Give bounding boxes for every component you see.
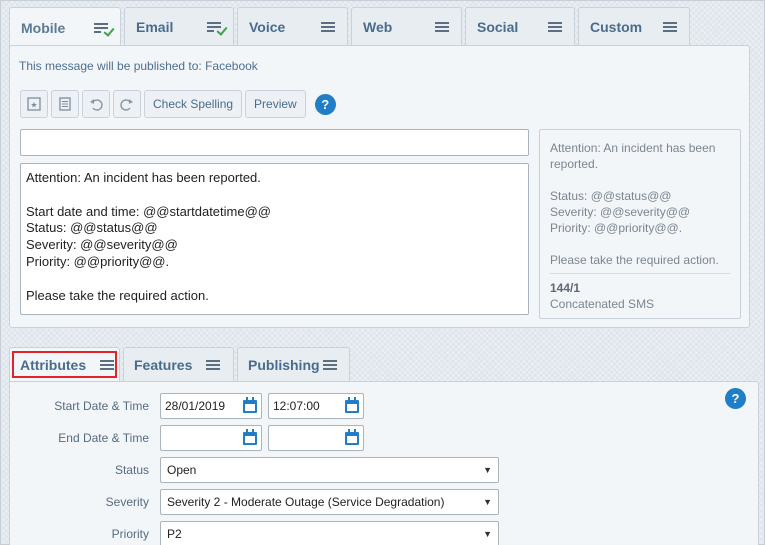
- star-box-icon: ★: [27, 97, 41, 111]
- redo-button[interactable]: [113, 90, 141, 118]
- start-time-value: 12:07:00: [273, 399, 320, 413]
- end-date-input[interactable]: [160, 425, 262, 451]
- menu-check-icon: [207, 21, 228, 36]
- priority-label: Priority: [111, 527, 149, 541]
- check-spelling-button[interactable]: Check Spelling: [144, 90, 243, 118]
- preview-button[interactable]: Preview: [245, 90, 306, 118]
- severity-row: Severity Severity 2 - Moderate Outage (S…: [1, 489, 499, 515]
- message-line: Attention: An incident has been reported…: [26, 170, 261, 185]
- dropdown-arrow-icon: ▼: [483, 529, 492, 539]
- start-time-input[interactable]: 12:07:00: [268, 393, 364, 419]
- attributes-help-icon[interactable]: ?: [725, 388, 746, 409]
- tab-label: Voice: [249, 18, 286, 35]
- message-line: [26, 271, 523, 288]
- tab-web[interactable]: Web: [351, 7, 462, 45]
- tab-label: Publishing: [248, 356, 320, 373]
- tab-label: Mobile: [21, 19, 66, 36]
- status-select[interactable]: Open ▼: [160, 457, 499, 483]
- tab-email[interactable]: Email: [124, 7, 234, 45]
- tab-features[interactable]: Features: [123, 347, 234, 381]
- calendar-icon[interactable]: [345, 396, 359, 413]
- tab-custom[interactable]: Custom: [578, 7, 690, 45]
- start-datetime-label: Start Date & Time: [54, 399, 149, 413]
- menu-icon: [663, 21, 677, 32]
- menu-icon: [206, 359, 221, 370]
- editor-toolbar: ★ Check Spelling Preview ?: [20, 90, 336, 118]
- insert-field-button[interactable]: ★: [20, 90, 48, 118]
- severity-label: Severity: [105, 495, 149, 509]
- severity-value: Severity 2 - Moderate Outage (Service De…: [167, 495, 445, 509]
- priority-select[interactable]: P2 ▼: [160, 521, 499, 545]
- preview-line: Status: @@status@@: [550, 189, 672, 203]
- undo-button[interactable]: [82, 90, 110, 118]
- tab-label: Features: [134, 356, 193, 373]
- message-line: Status: @@status@@: [26, 220, 158, 236]
- menu-icon: [322, 359, 337, 370]
- menu-icon: [321, 21, 335, 32]
- message-line: Severity: @@severity@@: [26, 237, 178, 253]
- tab-voice[interactable]: Voice: [237, 7, 348, 45]
- tab-attributes[interactable]: Attributes: [9, 347, 120, 381]
- message-body-textarea[interactable]: Attention: An incident has been reported…: [20, 163, 529, 315]
- message-line: Priority: @@priority@@.: [26, 253, 170, 269]
- preview-line: [550, 236, 730, 252]
- publish-note: This message will be published to: Faceb…: [19, 59, 258, 73]
- detail-tabs: Attributes Features Publishing: [9, 347, 353, 381]
- end-time-input[interactable]: [268, 425, 364, 451]
- undo-icon: [90, 99, 103, 111]
- dropdown-arrow-icon: ▼: [483, 497, 492, 507]
- preview-line: [550, 172, 730, 188]
- tab-label: Web: [363, 18, 393, 35]
- preview-line: Severity: @@severity@@: [550, 205, 691, 219]
- end-datetime-row: End Date & Time: [1, 425, 370, 451]
- document-icon: [59, 97, 71, 111]
- message-line: [26, 187, 523, 204]
- start-datetime-row: Start Date & Time 28/01/2019 12:07:00: [1, 393, 370, 419]
- tab-label: Social: [477, 18, 519, 35]
- menu-icon: [435, 21, 449, 32]
- svg-text:★: ★: [30, 101, 37, 110]
- message-line: Please take the required action.: [26, 287, 209, 303]
- message-type: Concatenated SMS: [550, 297, 655, 311]
- calendar-icon[interactable]: [243, 428, 257, 445]
- priority-value: P2: [167, 527, 182, 541]
- message-line: Start date and time: @@startdatetime@@: [26, 203, 271, 219]
- sms-preview: Attention: An incident has been reported.…: [539, 129, 741, 319]
- severity-select[interactable]: Severity 2 - Moderate Outage (Service De…: [160, 489, 499, 515]
- calendar-icon[interactable]: [345, 428, 359, 445]
- menu-icon: [548, 21, 562, 32]
- calendar-icon[interactable]: [243, 396, 257, 413]
- tab-label: Custom: [590, 18, 643, 35]
- help-icon[interactable]: ?: [314, 93, 336, 115]
- preview-line: Priority: @@priority@@.: [550, 221, 683, 235]
- menu-check-icon: [94, 22, 115, 37]
- preview-line: Attention: An incident has been: [550, 141, 716, 155]
- character-count: 144/1: [550, 281, 581, 295]
- tab-social[interactable]: Social: [465, 7, 575, 45]
- status-value: Open: [167, 463, 197, 477]
- status-label: Status: [114, 463, 149, 477]
- redo-icon: [120, 99, 133, 111]
- preview-line: Please take the required action.: [550, 253, 719, 267]
- subject-input[interactable]: [20, 129, 529, 156]
- start-date-input[interactable]: 28/01/2019: [160, 393, 262, 419]
- tab-publishing[interactable]: Publishing: [237, 347, 350, 381]
- preview-divider: [550, 273, 730, 274]
- preview-line: reported.: [550, 157, 599, 171]
- end-datetime-label: End Date & Time: [58, 431, 149, 445]
- priority-row: Priority P2 ▼: [1, 521, 499, 545]
- app-window: { "message_tabs": [ {"label": "Mobile", …: [0, 0, 765, 545]
- template-button[interactable]: [51, 90, 79, 118]
- dropdown-arrow-icon: ▼: [483, 465, 492, 475]
- message-channel-tabs: Mobile Email Voice Web Social Custom: [9, 7, 693, 47]
- status-row: Status Open ▼: [1, 457, 499, 483]
- tab-label: Email: [136, 18, 174, 35]
- tab-mobile[interactable]: Mobile: [9, 7, 121, 47]
- highlight-box: [12, 351, 117, 378]
- start-date-value: 28/01/2019: [165, 399, 226, 413]
